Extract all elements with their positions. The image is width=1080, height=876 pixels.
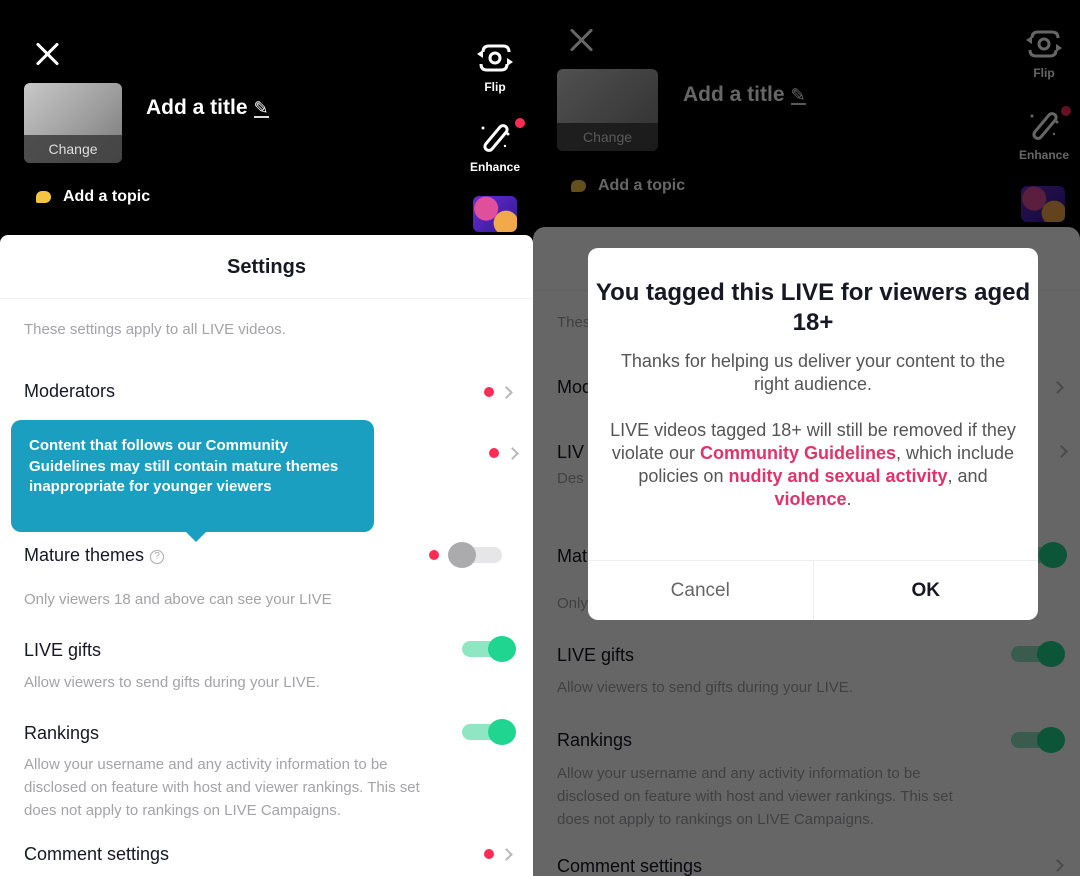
settings-screen-with-dialog: Change Add a title✎ Add a topic Flip Enh… bbox=[533, 0, 1080, 876]
title-placeholder: Add a title bbox=[146, 96, 248, 119]
hidden-row-badge bbox=[489, 448, 499, 458]
rankings-desc: Allow your username and any activity inf… bbox=[24, 756, 420, 819]
dialog-body: Thanks for helping us deliver your conte… bbox=[588, 350, 1038, 511]
live-gifts-label: LIVE gifts bbox=[24, 640, 102, 660]
mature-themes-label: Mature themes? bbox=[24, 545, 165, 566]
rankings-label: Rankings bbox=[24, 723, 100, 743]
nudity-policy-link[interactable]: nudity and sexual activity bbox=[728, 466, 947, 486]
chevron-right-icon bbox=[500, 386, 513, 399]
mature-themes-badge bbox=[429, 550, 439, 560]
dialog-title: You tagged this LIVE for viewers aged 18… bbox=[595, 279, 1031, 336]
flip-button[interactable]: Flip bbox=[460, 42, 530, 94]
violence-policy-link[interactable]: violence bbox=[774, 489, 846, 509]
cancel-button[interactable]: Cancel bbox=[588, 561, 814, 620]
settings-screen-with-tooltip: Change Add a title ✎ Add a topic Flip Enh… bbox=[0, 0, 533, 876]
flip-label: Flip bbox=[484, 80, 506, 94]
topic-bubble-icon bbox=[36, 191, 51, 203]
moderators-badge bbox=[484, 387, 494, 397]
chevron-right-icon bbox=[500, 848, 513, 861]
rankings-toggle[interactable] bbox=[462, 719, 516, 745]
settings-note: These settings apply to all LIVE videos. bbox=[24, 321, 286, 338]
topic-label: Add a topic bbox=[63, 188, 151, 205]
help-icon[interactable]: ? bbox=[150, 550, 165, 564]
mature-themes-tooltip: Content that follows our Community Guide… bbox=[11, 420, 374, 542]
title-input[interactable]: Add a title✎ bbox=[146, 96, 269, 120]
effect-thumbnail[interactable] bbox=[473, 196, 517, 232]
mature-themes-desc: Only viewers 18 and above can see your L… bbox=[24, 591, 332, 608]
add-topic-button[interactable]: Add a topic bbox=[36, 188, 150, 206]
pencil-icon: ✎ bbox=[253, 98, 269, 118]
enhance-button[interactable]: Enhance bbox=[460, 122, 530, 174]
age-restriction-dialog: You tagged this LIVE for viewers aged 18… bbox=[588, 248, 1038, 620]
live-gifts-toggle[interactable] bbox=[462, 636, 516, 662]
close-icon[interactable] bbox=[34, 40, 62, 68]
enhance-badge bbox=[515, 118, 525, 128]
enhance-label: Enhance bbox=[469, 160, 520, 174]
change-cover-button[interactable]: Change bbox=[24, 135, 122, 163]
moderators-label: Moderators bbox=[24, 381, 116, 401]
chevron-right-icon bbox=[506, 447, 519, 460]
comment-settings-label: Comment settings bbox=[24, 844, 170, 864]
mature-themes-toggle[interactable] bbox=[448, 542, 502, 568]
settings-sheet: Settings These settings apply to all LIV… bbox=[0, 235, 533, 876]
settings-title: Settings bbox=[0, 235, 533, 299]
dialog-actions: Cancel OK bbox=[588, 560, 1038, 620]
dialog-para-2: LIVE videos tagged 18+ will still be rem… bbox=[610, 420, 1016, 509]
comment-settings-badge bbox=[484, 849, 494, 859]
dialog-para-1: Thanks for helping us deliver your conte… bbox=[620, 351, 1006, 394]
cover-thumbnail[interactable]: Change bbox=[24, 83, 122, 163]
flip-camera-icon bbox=[477, 44, 513, 72]
live-gifts-desc: Allow viewers to send gifts during your … bbox=[24, 674, 320, 691]
community-guidelines-link[interactable]: Community Guidelines bbox=[700, 443, 896, 463]
magic-wand-icon bbox=[481, 124, 510, 152]
ok-button[interactable]: OK bbox=[814, 561, 1039, 620]
